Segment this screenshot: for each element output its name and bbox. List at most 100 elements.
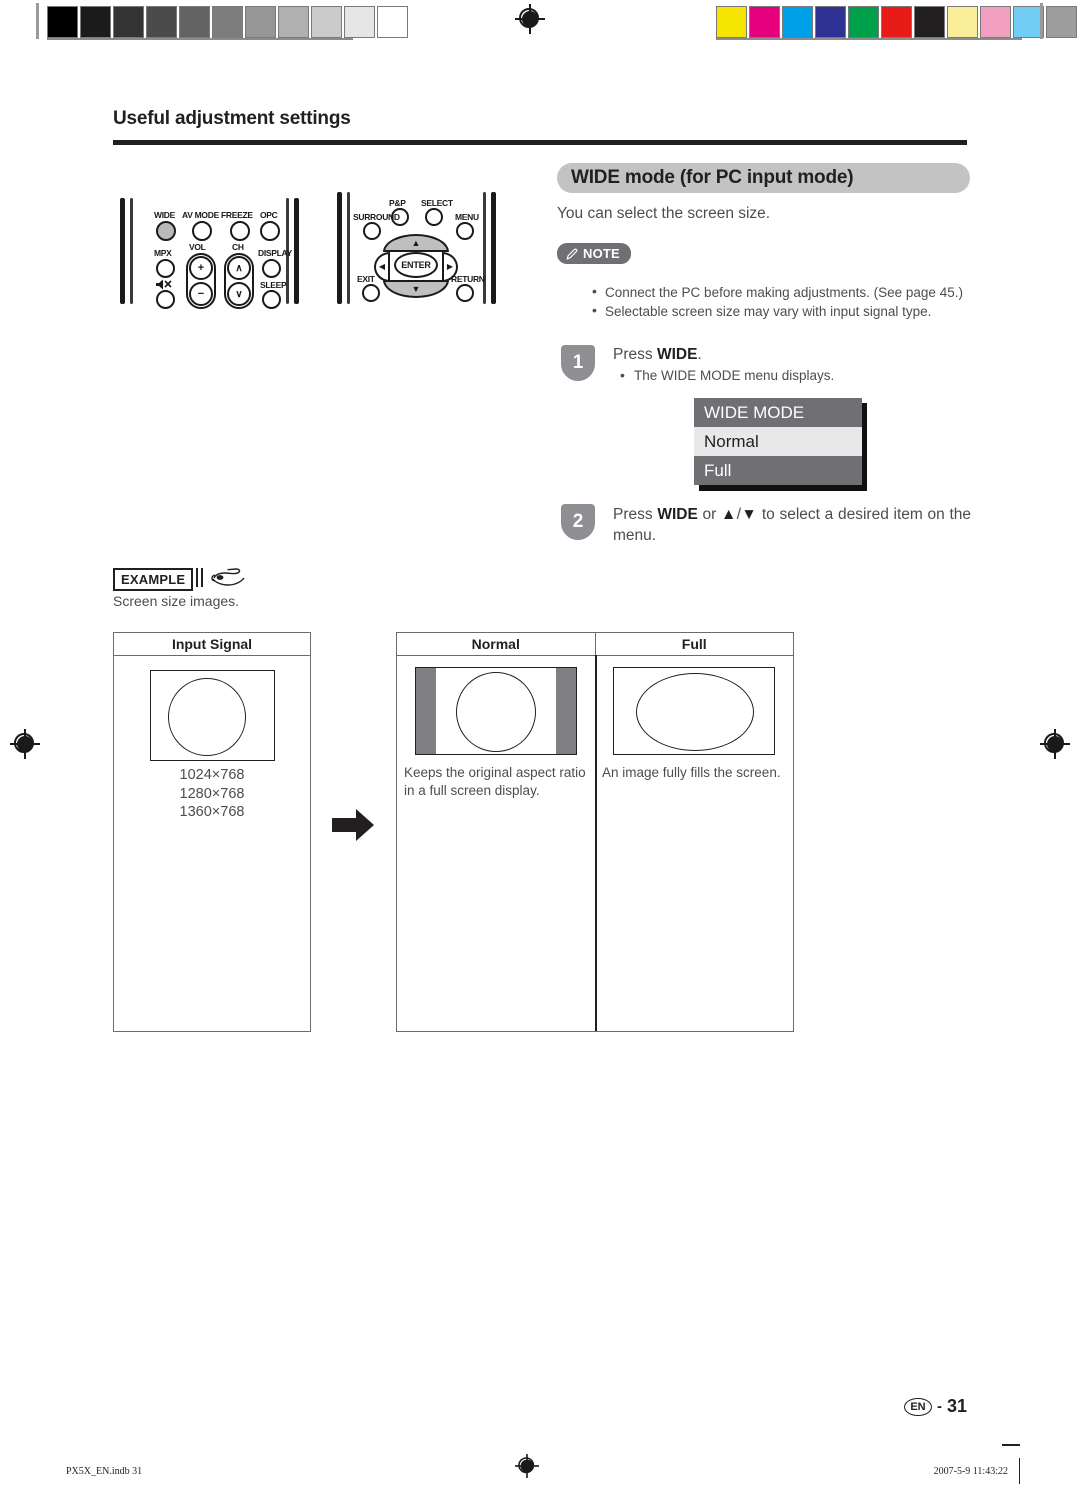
language-badge: EN [903, 1397, 932, 1416]
remote-button-left[interactable]: ◀ [374, 252, 390, 282]
note-label: NOTE [583, 246, 620, 261]
remote-label-display: DISPLAY [258, 248, 292, 258]
step-1-text: Press WIDE. [613, 345, 702, 365]
print-timestamp: 2007-5-9 11:43:22 [933, 1466, 1008, 1477]
remote-button-up[interactable]: ▲ [383, 234, 449, 252]
example-badge-bars [196, 568, 205, 587]
remote-button-menu[interactable] [456, 222, 474, 240]
remote-rocker-channel[interactable]: ∧ ∨ [224, 253, 254, 309]
remote-button-opc[interactable] [260, 221, 280, 241]
gray-swatch [212, 6, 243, 38]
note-item: Selectable screen size may vary with inp… [591, 302, 1011, 321]
circle-shape [456, 672, 536, 752]
remote-label-surround: SURROUND [353, 212, 400, 222]
color-strip-rule [716, 38, 1022, 40]
example-label: EXAMPLE [121, 572, 186, 587]
screen-size-result-table: Normal Full Keeps the original aspect ra… [396, 632, 794, 1032]
result-table-divider [595, 655, 597, 1031]
remote-label-select: SELECT [421, 198, 453, 208]
color-swatch [782, 6, 813, 38]
color-swatch [815, 6, 846, 38]
remote-label-av-mode: AV MODE [182, 210, 219, 220]
remote-label-wide: WIDE [154, 210, 175, 220]
normal-screen-graphic [415, 667, 577, 755]
remote-button-select[interactable] [425, 208, 443, 226]
crop-mark-rule [1002, 1444, 1020, 1446]
remote-button-channel-down[interactable]: ∨ [227, 282, 251, 306]
ellipse-shape [636, 673, 754, 751]
step-1-suffix: . [697, 346, 702, 363]
registration-mark-icon [515, 1454, 539, 1478]
footer-dash: - [936, 1398, 942, 1415]
remote-button-exit[interactable] [362, 284, 380, 302]
remote-button-surround[interactable] [363, 222, 381, 240]
result-header-normal: Normal [397, 633, 596, 655]
step-1-subtext: The WIDE MODE menu displays. [620, 367, 834, 383]
registration-mark-icon [10, 729, 40, 759]
intro-text: You can select the screen size. [557, 205, 771, 222]
gray-swatch [245, 6, 276, 38]
page-title: WIDE mode (for PC input mode) [571, 167, 854, 188]
remote-label-sleep: SLEEP [260, 280, 287, 290]
remote-button-mute[interactable] [156, 290, 175, 309]
input-signal-table: Input Signal 1024×768 1280×768 1360×768 [113, 632, 311, 1032]
step-1-badge: 1 [561, 345, 595, 381]
normal-description: Keeps the original aspect ratio in a ful… [404, 765, 586, 798]
step-2-badge: 2 [561, 504, 595, 540]
remote-label-mpx: MPX [154, 248, 172, 258]
gray-swatch [311, 6, 342, 38]
grayscale-calibration-strip [47, 6, 410, 38]
remote-label-opc: OPC [260, 210, 278, 220]
remote-button-display[interactable] [262, 259, 281, 278]
remote-button-volume-down[interactable]: − [189, 282, 213, 306]
crop-tick-left [36, 3, 39, 39]
remote-button-mpx[interactable] [156, 259, 175, 278]
osd-title: WIDE MODE [704, 402, 805, 422]
remote-button-enter[interactable]: ENTER [394, 252, 438, 278]
side-bar-left [416, 668, 436, 754]
section-title: Useful adjustment settings [113, 108, 351, 129]
pointing-hand-icon [211, 568, 245, 586]
example-badge: EXAMPLE [113, 568, 194, 591]
remote-button-channel-up[interactable]: ∧ [227, 256, 251, 280]
wide-mode-osd-menu: WIDE MODE Normal Full [694, 398, 867, 491]
full-screen-graphic [613, 667, 775, 755]
grayscale-strip-rule [47, 38, 353, 40]
example-caption: Screen size images. [113, 593, 240, 609]
color-swatch [1046, 6, 1077, 38]
osd-item-full[interactable]: Full [694, 456, 862, 485]
color-swatch [716, 6, 747, 38]
remote-button-down[interactable]: ▼ [383, 280, 449, 298]
remote-label-menu: MENU [455, 212, 479, 222]
remote-button-wide[interactable] [156, 221, 176, 241]
color-swatch [914, 6, 945, 38]
gray-swatch [146, 6, 177, 38]
remote-button-sleep[interactable] [262, 290, 281, 309]
gray-swatch [344, 6, 375, 38]
page-title-banner: WIDE mode (for PC input mode) [557, 163, 970, 193]
step-1-bold: WIDE [656, 346, 698, 363]
step-2-text: Press WIDE or ▲/▼ to select a desired it… [613, 506, 971, 544]
registration-mark-icon [515, 4, 545, 34]
result-header-full: Full [681, 636, 707, 652]
page-number: 31 [946, 1396, 967, 1416]
step-1-prefix: Press [613, 346, 657, 363]
osd-item-normal[interactable]: Normal [694, 427, 862, 456]
remote-rocker-volume[interactable]: + − [186, 253, 216, 309]
remote-button-av-mode[interactable] [192, 221, 212, 241]
color-swatch [881, 6, 912, 38]
remote-button-volume-up[interactable]: + [189, 256, 213, 280]
input-resolution-list: 1024×768 1280×768 1360×768 [114, 766, 310, 822]
side-bar-right [556, 668, 576, 754]
note-badge: NOTE [557, 243, 631, 264]
gray-swatch [80, 6, 111, 38]
remote-button-return[interactable] [456, 284, 474, 302]
gray-swatch [377, 6, 408, 38]
result-table-header-row: Normal Full [397, 633, 793, 656]
remote-label-vol: VOL [189, 242, 206, 252]
remote-button-freeze[interactable] [230, 221, 250, 241]
color-swatch [947, 6, 978, 38]
input-signal-header: Input Signal [114, 633, 310, 656]
color-swatch [848, 6, 879, 38]
remote-label-ch: CH [232, 242, 244, 252]
